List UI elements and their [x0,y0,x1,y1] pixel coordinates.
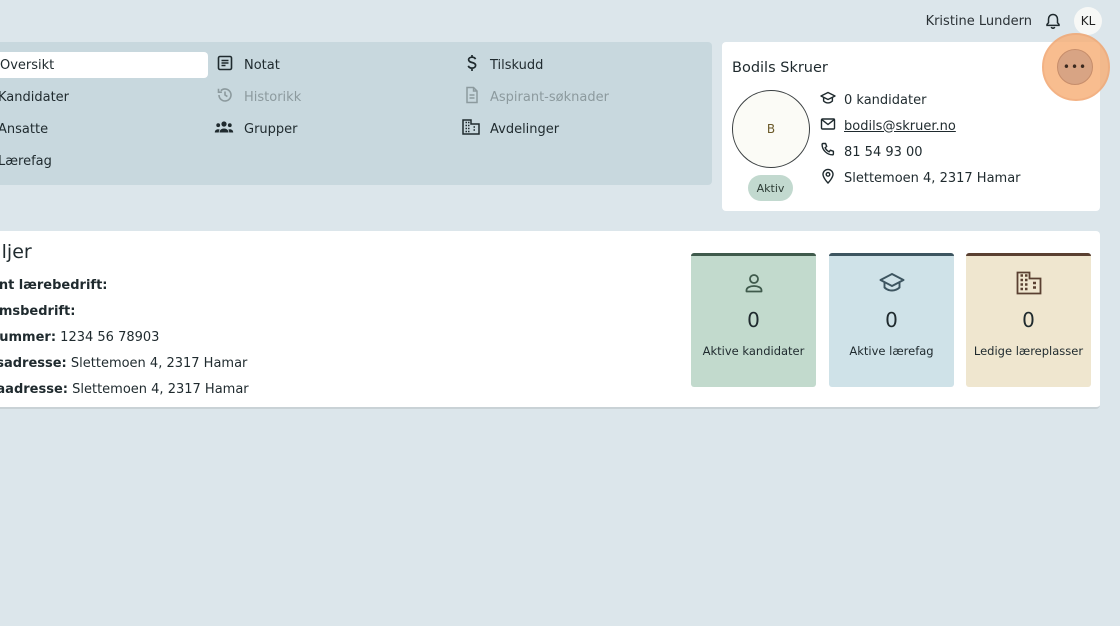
detail-value: Slettemoen 4, 2317 Hamar [72,382,249,397]
details-title: aljer [0,241,32,263]
nav-item-label: Grupper [244,121,298,137]
address-text: Slettemoen 4, 2317 Hamar [844,170,1021,186]
nav-item-label: Avdelinger [490,121,560,137]
detail-label: tsadresse: [0,356,67,371]
stat-label: Aktive lærefag [849,344,934,358]
group-icon [214,119,234,139]
note-icon [216,54,234,76]
detail-line: nummer: 1234 56 78903 [0,330,159,345]
profile-name: Bodils Skruer [732,60,828,76]
info-phone: 81 54 93 00 [820,141,923,163]
candidates-count: 0 kandidater [844,92,927,108]
nav-item-label: Aspirant-søknader [490,89,609,105]
building-icon [1016,270,1042,296]
profile-card: Bodils Skruer ••• B Aktiv 0 kandidater b… [722,33,1110,211]
detail-line: emsbedrift: [0,304,75,319]
details-card: aljer ent lærebedrift: emsbedrift: numme… [0,231,1100,409]
logo-initial: B [766,122,776,136]
nav-item-laerefag[interactable]: Lærefag [0,148,52,174]
stat-label: Aktive kandidater [702,344,805,358]
stat-card-open-apprenticeships[interactable]: 0 Ledige læreplasser [966,253,1091,387]
phone-icon [820,142,836,162]
graduation-cap-icon [820,91,836,109]
person-icon [743,270,765,296]
user-name[interactable]: Kristine Lundern [926,14,1032,29]
location-pin-icon [820,168,836,188]
nav-item-label: Notat [244,57,280,73]
more-button[interactable]: ••• [1057,49,1093,85]
nav-item-historikk[interactable]: Historikk [216,84,301,110]
document-icon [464,86,480,108]
nav-item-label: Lærefag [0,153,52,169]
stat-label: Ledige læreplasser [973,344,1084,358]
more-icon: ••• [1062,60,1088,74]
company-logo: B [732,90,810,168]
stat-card-active-trades[interactable]: 0 Aktive lærefag [829,253,954,387]
detail-line: raadresse: Slettemoen 4, 2317 Hamar [0,382,249,397]
status-badge: Aktiv [748,175,793,201]
nav-item-label: Tilskudd [490,57,544,73]
bell-icon[interactable] [1044,12,1062,30]
detail-label: raadresse: [0,382,68,397]
detail-value: 1234 56 78903 [60,330,160,345]
info-address: Slettemoen 4, 2317 Hamar [820,167,1021,189]
avatar[interactable]: KL [1074,7,1102,35]
detail-label: ent lærebedrift: [0,278,108,293]
graduation-cap-icon [879,270,905,296]
info-email: bodils@skruer.no [820,115,956,137]
nav-item-grupper[interactable]: Grupper [214,116,298,142]
history-icon [216,86,234,108]
mail-icon [820,117,836,135]
detail-line: tsadresse: Slettemoen 4, 2317 Hamar [0,356,247,371]
nav-item-label: Oversikt [0,57,55,73]
detail-label: nummer: [0,330,57,345]
stat-value: 0 [885,308,898,332]
top-bar: Kristine Lundern KL [926,7,1102,35]
nav-item-label: Ansatte [0,121,49,137]
nav-item-notat[interactable]: Notat [216,52,280,78]
nav-panel: Oversikt Notat Tilskudd Kandidater Histo… [0,42,712,185]
dollar-icon [464,54,480,76]
nav-item-kandidater[interactable]: Kandidater [0,84,69,110]
phone-number: 81 54 93 00 [844,144,923,160]
nav-item-avdelinger[interactable]: Avdelinger [462,116,559,142]
detail-label: emsbedrift: [0,304,76,319]
nav-item-ansatte[interactable]: Ansatte [0,116,48,142]
info-candidates: 0 kandidater [820,89,926,111]
detail-value: Slettemoen 4, 2317 Hamar [70,356,248,371]
detail-line: ent lærebedrift: [0,278,107,293]
email-link[interactable]: bodils@skruer.no [844,119,956,134]
nav-item-tilskudd[interactable]: Tilskudd [464,52,543,78]
nav-item-aspirant-soknader[interactable]: Aspirant-søknader [464,84,609,110]
nav-item-oversikt[interactable]: Oversikt [0,52,208,78]
stat-card-active-candidates[interactable]: 0 Aktive kandidater [691,253,816,387]
nav-item-label: Historikk [244,89,302,105]
stat-value: 0 [747,308,760,332]
building-icon [462,119,480,139]
nav-item-label: Kandidater [0,89,70,105]
stat-value: 0 [1022,308,1035,332]
